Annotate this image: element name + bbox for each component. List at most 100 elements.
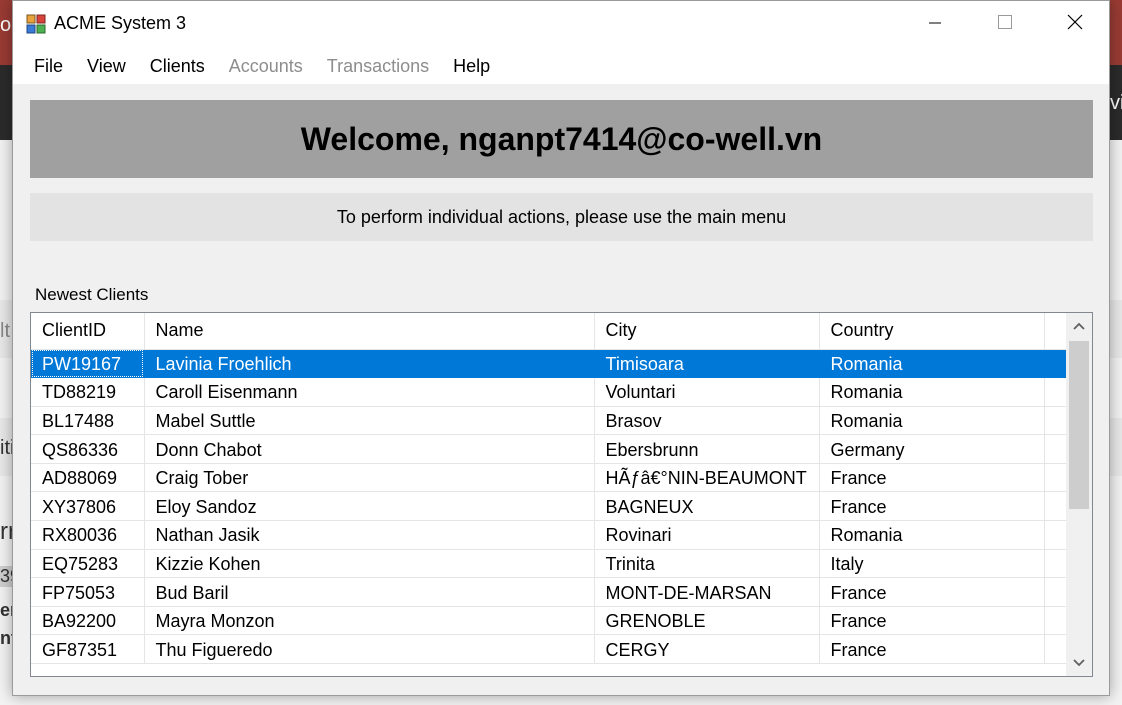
newest-clients-label: Newest Clients xyxy=(35,285,149,304)
cell-name: Kizzie Kohen xyxy=(144,549,595,579)
menu-transactions[interactable]: Transactions xyxy=(315,56,441,77)
column-header-clientid[interactable]: ClientID xyxy=(31,313,145,350)
column-header-city[interactable]: City xyxy=(594,313,820,350)
cell-clientid: PW19167 xyxy=(31,349,145,379)
column-header-filler xyxy=(1044,313,1067,350)
chevron-down-icon xyxy=(1073,654,1085,672)
cell-country: France xyxy=(819,606,1045,636)
close-icon xyxy=(1067,14,1083,35)
column-header-country[interactable]: Country xyxy=(819,313,1045,350)
cell-name: Nathan Jasik xyxy=(144,520,595,550)
minimize-button[interactable] xyxy=(900,1,970,48)
cell-country: France xyxy=(819,634,1045,665)
maximize-button[interactable] xyxy=(970,1,1040,48)
cell-filler xyxy=(1044,349,1067,379)
cell-city: Ebersbrunn xyxy=(594,434,820,464)
table-row[interactable]: XY37806 Eloy Sandoz BAGNEUX France xyxy=(31,491,1067,522)
cell-name: Caroll Eisenmann xyxy=(144,377,595,407)
cell-filler xyxy=(1044,606,1067,636)
cell-filler xyxy=(1044,491,1067,522)
cell-clientid: EQ75283 xyxy=(31,549,145,579)
background-text-fragment: vi xyxy=(1110,92,1122,114)
cell-filler xyxy=(1044,520,1067,550)
cell-name: Bud Baril xyxy=(144,577,595,607)
cell-city: Brasov xyxy=(594,406,820,436)
cell-clientid: RX80036 xyxy=(31,520,145,550)
window-titlebar[interactable]: ACME System 3 xyxy=(13,1,1109,48)
table-row[interactable]: BL17488 Mabel Suttle Brasov Romania xyxy=(31,406,1067,436)
welcome-banner: Welcome, nganpt7414@co-well.vn xyxy=(30,100,1093,178)
maximize-icon xyxy=(998,15,1012,34)
menu-clients[interactable]: Clients xyxy=(138,56,217,77)
cell-name: Eloy Sandoz xyxy=(144,491,595,522)
cell-city: Rovinari xyxy=(594,520,820,550)
cell-city: CERGY xyxy=(594,634,820,665)
scroll-down-button[interactable] xyxy=(1066,650,1092,676)
table-row[interactable]: RX80036 Nathan Jasik Rovinari Romania xyxy=(31,520,1067,550)
welcome-text: Welcome, nganpt7414@co-well.vn xyxy=(300,120,823,157)
table-row[interactable]: PW19167 Lavinia Froehlich Timisoara Romania xyxy=(31,349,1067,379)
cell-name: Mabel Suttle xyxy=(144,406,595,436)
cell-country: Romania xyxy=(819,349,1045,379)
table-row[interactable]: EQ75283 Kizzie Kohen Trinita Italy xyxy=(31,549,1067,579)
menu-bar: File View Clients Accounts Transactions … xyxy=(13,48,1109,84)
scroll-up-button[interactable] xyxy=(1066,313,1092,339)
cell-country: Romania xyxy=(819,377,1045,407)
minimize-icon xyxy=(929,16,941,34)
cell-city: MONT-DE-MARSAN xyxy=(594,577,820,607)
cell-country: Italy xyxy=(819,549,1045,579)
cell-filler xyxy=(1044,406,1067,436)
cell-clientid: QS86336 xyxy=(31,434,145,464)
cell-name: Mayra Monzon xyxy=(144,606,595,636)
vertical-scrollbar[interactable] xyxy=(1066,313,1092,676)
cell-clientid: AD88069 xyxy=(31,463,145,493)
cell-country: Germany xyxy=(819,434,1045,464)
cell-clientid: XY37806 xyxy=(31,491,145,522)
cell-country: Romania xyxy=(819,520,1045,550)
close-button[interactable] xyxy=(1040,1,1109,48)
menu-file[interactable]: File xyxy=(22,56,75,77)
background-text-fragment: lt xyxy=(0,320,10,342)
menu-view[interactable]: View xyxy=(75,56,138,77)
cell-filler xyxy=(1044,377,1067,407)
cell-country: Romania xyxy=(819,406,1045,436)
scrollbar-thumb[interactable] xyxy=(1069,341,1089,509)
chevron-up-icon xyxy=(1073,317,1085,335)
table-header-row: ClientID Name City Country xyxy=(31,313,1067,350)
cell-filler xyxy=(1044,463,1067,493)
cell-name: Donn Chabot xyxy=(144,434,595,464)
cell-clientid: TD88219 xyxy=(31,377,145,407)
cell-city: BAGNEUX xyxy=(594,491,820,522)
table-row[interactable]: BA92200 Mayra Monzon GRENOBLE France xyxy=(31,606,1067,636)
column-header-name[interactable]: Name xyxy=(144,313,595,350)
cell-country: France xyxy=(819,577,1045,607)
window-title: ACME System 3 xyxy=(54,13,187,33)
table-row[interactable]: GF87351 Thu Figueredo CERGY France xyxy=(31,634,1067,665)
table-row[interactable]: TD88219 Caroll Eisenmann Voluntari Romania xyxy=(31,377,1067,407)
menu-help[interactable]: Help xyxy=(441,56,502,77)
cell-city: Voluntari xyxy=(594,377,820,407)
acme-main-window: ACME System 3 File View Clients Accounts… xyxy=(12,0,1110,696)
menu-accounts[interactable]: Accounts xyxy=(217,56,315,77)
cell-filler xyxy=(1044,634,1067,665)
cell-filler xyxy=(1044,577,1067,607)
cell-clientid: GF87351 xyxy=(31,634,145,665)
cell-clientid: FP75053 xyxy=(31,577,145,607)
table-row[interactable]: FP75053 Bud Baril MONT-DE-MARSAN France xyxy=(31,577,1067,607)
cell-name: Lavinia Froehlich xyxy=(144,349,595,379)
table-row[interactable]: AD88069 Craig Tober HÃƒâ€°NIN-BEAUMONT Fran… xyxy=(31,463,1067,493)
info-panel: To perform individual actions, please us… xyxy=(30,193,1093,241)
cell-city: Timisoara xyxy=(594,349,820,379)
cell-clientid: BL17488 xyxy=(31,406,145,436)
cell-filler xyxy=(1044,434,1067,464)
cell-name: Thu Figueredo xyxy=(144,634,595,665)
cell-clientid: BA92200 xyxy=(31,606,145,636)
table-row[interactable]: QS86336 Donn Chabot Ebersbrunn Germany xyxy=(31,434,1067,464)
clients-table: ClientID Name City Country PW19167 Lavini… xyxy=(31,313,1067,665)
info-text: To perform individual actions, please us… xyxy=(336,206,787,227)
cell-name: Craig Tober xyxy=(144,463,595,493)
app-icon[interactable] xyxy=(26,14,46,34)
cell-city: HÃƒâ€°NIN-BEAUMONT xyxy=(594,463,820,493)
clients-grid[interactable]: ClientID Name City Country PW19167 Lavini… xyxy=(30,312,1093,677)
cell-filler xyxy=(1044,549,1067,579)
